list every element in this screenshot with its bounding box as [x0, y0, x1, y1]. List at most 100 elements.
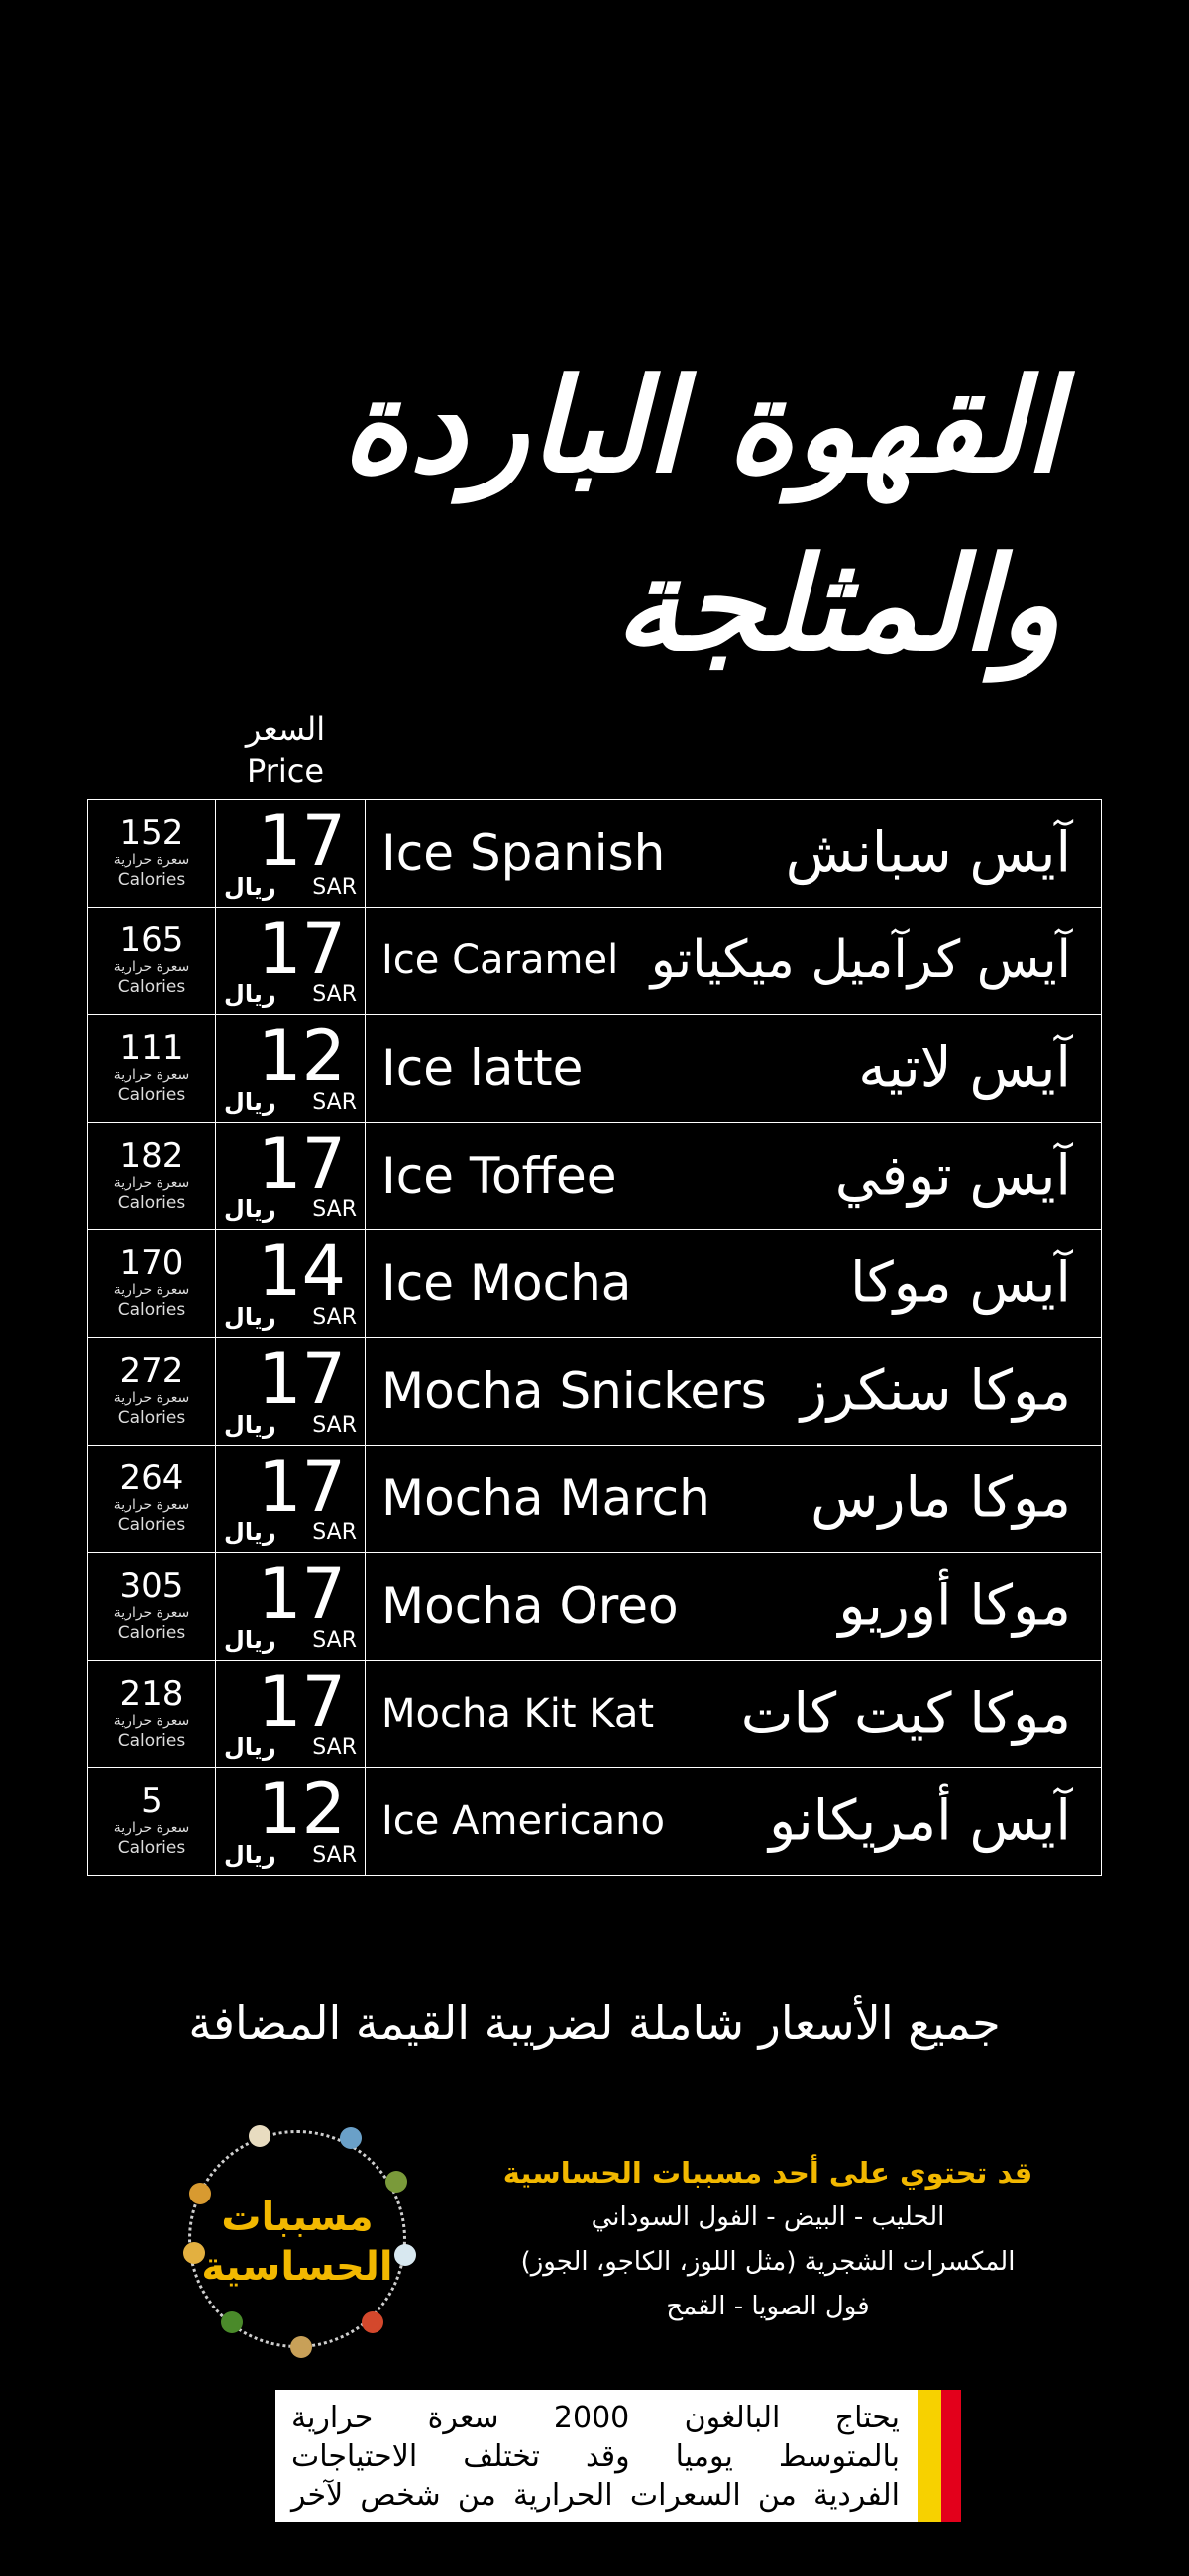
calories-label-ar: سعرة حرارية: [113, 851, 190, 868]
calories-label-en: Calories: [117, 1838, 186, 1859]
calories-value: 165: [119, 920, 184, 961]
currency-en: SAR: [312, 1412, 357, 1438]
flag-red-stripe: [941, 2390, 961, 2522]
currency-ar: ريال: [224, 1840, 276, 1869]
calories-label-en: Calories: [117, 977, 186, 998]
calories-value: 218: [119, 1673, 184, 1714]
calories-label-en: Calories: [117, 1622, 186, 1643]
currency-ar: ريال: [224, 1518, 276, 1547]
price-value: 17: [258, 1446, 347, 1528]
price-cell: 12 ريال SAR: [215, 1767, 366, 1876]
menu-row: 218 سعرة حرارية Calories 17 ريال SAR Mocha Kit…: [87, 1659, 1102, 1769]
calories-label-ar: سعرة حرارية: [113, 1389, 190, 1406]
calories-label-ar: سعرة حرارية: [113, 1066, 190, 1083]
calories-cell: 305 سعرة حرارية Calories: [87, 1552, 216, 1661]
price-value: 17: [258, 801, 347, 882]
fish-icon: [340, 2127, 362, 2149]
item-name-ar: موكا أوريو: [838, 1573, 1071, 1639]
allergens-line-3: فول الصويا - القمح: [666, 2292, 870, 2321]
currency-en: SAR: [312, 1197, 357, 1223]
calories-label-ar: سعرة حرارية: [113, 959, 190, 976]
calories-value: 152: [119, 812, 184, 853]
menu-row: 152 سعرة حرارية Calories 17 ريال SAR Ice Spani…: [87, 799, 1102, 908]
price-cell: 17 ريال SAR: [215, 1121, 366, 1231]
price-value: 17: [258, 1661, 347, 1743]
menu-row: 111 سعرة حرارية Calories 12 ريال SAR Ice latte…: [87, 1014, 1102, 1123]
price-cell: 17 ريال SAR: [215, 1552, 366, 1661]
calories-cell: 182 سعرة حرارية Calories: [87, 1121, 216, 1231]
item-name-cell: Ice Caramel آيس كرآميل ميكياتو: [365, 906, 1102, 1016]
price-cell: 12 ريال SAR: [215, 1014, 366, 1123]
menu-title-line-2: والمثلجة: [614, 529, 1060, 680]
item-name-cell: Mocha Snickers موكا سنكرز: [365, 1336, 1102, 1446]
currency-ar: ريال: [224, 1087, 276, 1116]
menu-row: 305 سعرة حرارية Calories 17 ريال SAR Mocha Ore…: [87, 1552, 1102, 1661]
item-name-en: Ice Spanish: [381, 823, 666, 882]
item-name-cell: Mocha Kit Kat موكا كيت كات: [365, 1659, 1102, 1769]
egg-icon: [249, 2125, 270, 2147]
item-name-en: Mocha March: [381, 1469, 710, 1528]
currency-en: SAR: [312, 1842, 357, 1868]
calories-label-ar: سعرة حرارية: [113, 1712, 190, 1729]
soy-icon: [221, 2311, 243, 2333]
calories-value: 170: [119, 1243, 184, 1284]
calories-label-en: Calories: [117, 1192, 186, 1213]
item-name-ar: موكا كيت كات: [740, 1681, 1071, 1747]
calories-label-en: Calories: [117, 1515, 186, 1536]
calories-label-en: Calories: [117, 869, 186, 890]
calories-cell: 5 سعرة حرارية Calories: [87, 1767, 216, 1876]
item-name-ar: آيس كرآميل ميكياتو: [650, 930, 1071, 991]
calories-label-ar: سعرة حرارية: [113, 1174, 190, 1191]
item-name-ar: آيس توفي: [834, 1143, 1071, 1209]
currency-ar: ريال: [224, 1410, 276, 1439]
item-name-ar: موكا مارس: [811, 1465, 1071, 1531]
menu-row: 165 سعرة حرارية Calories 17 ريال SAR Ice Caram…: [87, 906, 1102, 1016]
menu-table: 152 سعرة حرارية Calories 17 ريال SAR Ice Spani…: [87, 799, 1102, 1876]
menu-row: 170 سعرة حرارية Calories 14 ريال SAR Ice Mocha…: [87, 1229, 1102, 1338]
item-name-cell: Mocha Oreo موكا أوريو: [365, 1552, 1102, 1661]
item-name-ar: موكا سنكرز: [800, 1358, 1071, 1424]
wheat-icon: [290, 2336, 312, 2358]
calories-cell: 165 سعرة حرارية Calories: [87, 906, 216, 1016]
currency-en: SAR: [312, 1735, 357, 1761]
item-name-en: Ice Americano: [381, 1798, 665, 1845]
allergens-info: قد تحتوي على أحد مسببات الحساسية الحليب …: [500, 2150, 1035, 2329]
vat-inclusive-note: جميع الأسعار شاملة لضريبة القيمة المضافة: [188, 1996, 1001, 2050]
price-cell: 17 ريال SAR: [215, 1659, 366, 1769]
price-value: 14: [258, 1231, 347, 1313]
price-value: 12: [258, 1016, 347, 1098]
allergens-badge: مسببات الحساسية: [183, 2125, 416, 2358]
calories-value: 5: [141, 1781, 162, 1822]
price-cell: 17 ريال SAR: [215, 1336, 366, 1446]
menu-title-line-1: القهوة الباردة: [341, 351, 1060, 501]
menu-row: 272 سعرة حرارية Calories 17 ريال SAR Mocha Sni…: [87, 1336, 1102, 1446]
calories-label-ar: سعرة حرارية: [113, 1820, 190, 1837]
currency-en: SAR: [312, 1304, 357, 1330]
calorie-notice-text: يحتاج البالغون 2000 سعرة حرارية بالمتوسط…: [275, 2390, 918, 2522]
nut-icon: [385, 2171, 407, 2193]
item-name-cell: Ice Spanish آيس سبانش: [365, 799, 1102, 908]
price-cell: 17 ريال SAR: [215, 906, 366, 1016]
price-value: 17: [258, 1554, 347, 1636]
calorie-notice-line-3: الفردية من السعرات الحرارية من شخص لآخر: [291, 2478, 900, 2513]
menu-table-body: 152 سعرة حرارية Calories 17 ريال SAR Ice Spani…: [87, 799, 1102, 1876]
calorie-notice-line-2: بالمتوسط يوميا وقد تختلف الاحتياجات: [291, 2439, 900, 2474]
calories-cell: 111 سعرة حرارية Calories: [87, 1014, 216, 1123]
item-name-cell: Ice Americano آيس أمريكانو: [365, 1767, 1102, 1876]
calories-cell: 264 سعرة حرارية Calories: [87, 1444, 216, 1554]
item-name-en: Ice Mocha: [381, 1254, 632, 1313]
currency-en: SAR: [312, 1627, 357, 1653]
price-value: 17: [258, 908, 347, 990]
allergens-badge-label: مسببات الحساسية: [191, 2193, 403, 2292]
currency-en: SAR: [312, 874, 357, 900]
item-name-ar: آيس سبانش: [785, 820, 1071, 886]
price-header-ar: السعر: [245, 710, 326, 748]
item-name-en: Mocha Kit Kat: [381, 1690, 655, 1737]
price-cell: 17 ريال SAR: [215, 799, 366, 908]
allergens-badge-line-1: مسببات: [221, 2195, 374, 2240]
currency-ar: ريال: [224, 1302, 276, 1331]
allergens-line-2: المكسرات الشجرية (مثل اللوز، الكاجو، الج…: [520, 2247, 1016, 2277]
calories-value: 305: [119, 1565, 184, 1606]
currency-en: SAR: [312, 1089, 357, 1115]
calories-cell: 272 سعرة حرارية Calories: [87, 1336, 216, 1446]
